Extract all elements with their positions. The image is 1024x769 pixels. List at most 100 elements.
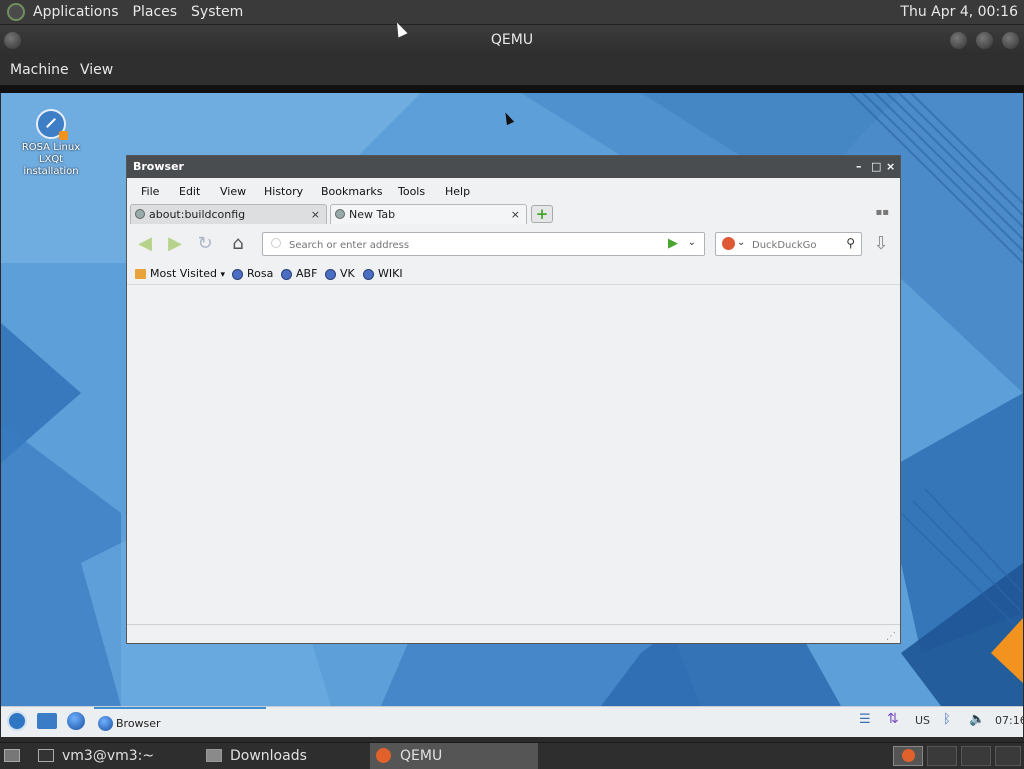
- guest-desktop[interactable]: ROSA Linux LXQt installation Browser – □…: [1, 93, 1023, 706]
- qemu-menu-machine[interactable]: Machine: [10, 62, 69, 78]
- address-bar[interactable]: ▶ ⌄: [262, 232, 705, 256]
- resize-grip-icon[interactable]: ⋰: [886, 631, 896, 642]
- browser-minimize-button[interactable]: –: [856, 156, 862, 178]
- bookmark-vk[interactable]: VK: [325, 267, 355, 280]
- browser-window: Browser – □ × File Edit View History Boo…: [126, 155, 901, 644]
- tab-new-tab[interactable]: New Tab ×: [330, 204, 527, 224]
- search-input[interactable]: [750, 237, 842, 253]
- browser-maximize-button[interactable]: □: [871, 156, 881, 178]
- guest-taskbar: Browser ☰ ⇅ US ᛒ 🔈 07:16: [1, 706, 1024, 737]
- host-task-terminal[interactable]: vm3@vm3:~: [32, 743, 200, 769]
- home-icon[interactable]: ⌂: [228, 234, 248, 254]
- abf-bookmark-icon: [281, 269, 292, 280]
- browser-statusbar: ⋰: [127, 624, 900, 643]
- forward-arrow-icon[interactable]: ▶: [165, 234, 185, 254]
- folder-icon: [135, 269, 146, 279]
- duckduckgo-icon[interactable]: [722, 237, 735, 250]
- search-engine-dropdown-icon[interactable]: ⌄: [737, 237, 745, 248]
- bookmarks-toolbar: Most Visited ▾ Rosa ABF VK WIKI: [127, 266, 900, 285]
- qemu-minimize-button[interactable]: [950, 32, 967, 49]
- browser-icon: [98, 716, 113, 731]
- qemu-menu-view[interactable]: View: [80, 62, 113, 78]
- qemu-icon: [902, 749, 915, 762]
- reload-icon[interactable]: ↻: [195, 234, 215, 254]
- menu-tools[interactable]: Tools: [398, 185, 425, 198]
- bookmark-most-visited[interactable]: Most Visited ▾: [135, 267, 225, 280]
- browser-close-button[interactable]: ×: [886, 156, 895, 178]
- bluetooth-icon[interactable]: ᛒ: [943, 712, 951, 727]
- menu-history[interactable]: History: [264, 185, 303, 198]
- host-task-qemu[interactable]: QEMU: [370, 743, 538, 769]
- search-icon[interactable]: ⚲: [846, 236, 855, 250]
- rosa-start-menu-icon[interactable]: [7, 711, 27, 731]
- globe-icon: [335, 209, 345, 219]
- close-tab-icon[interactable]: ×: [511, 205, 520, 224]
- bookmark-label: VK: [340, 267, 355, 280]
- workspace-switcher[interactable]: [961, 746, 991, 766]
- host-menu-system[interactable]: System: [191, 4, 243, 20]
- workspace-switcher[interactable]: [893, 746, 923, 766]
- qemu-maximize-button[interactable]: [976, 32, 993, 49]
- host-menu-applications[interactable]: Applications: [33, 4, 119, 20]
- browser-menubar: File Edit View History Bookmarks Tools H…: [127, 182, 900, 202]
- bookmark-label: ABF: [296, 267, 318, 280]
- desktop-icon-rosa-installer[interactable]: ROSA Linux LXQt installation: [19, 109, 83, 178]
- browser-titlebar[interactable]: Browser – □ ×: [127, 156, 900, 178]
- host-task-downloads[interactable]: Downloads: [200, 743, 368, 769]
- host-clock[interactable]: Thu Apr 4, 00:16: [900, 4, 1018, 20]
- menu-edit[interactable]: Edit: [179, 185, 200, 198]
- download-icon[interactable]: ⇩: [871, 234, 891, 254]
- address-input[interactable]: [287, 237, 671, 253]
- mixer-icon[interactable]: ☰: [859, 712, 871, 727]
- qemu-close-button[interactable]: [1002, 32, 1019, 49]
- file-manager-icon[interactable]: [37, 713, 57, 729]
- network-icon[interactable]: ⇅: [887, 711, 899, 727]
- host-logo-icon[interactable]: [7, 3, 25, 21]
- menu-help[interactable]: Help: [445, 185, 470, 198]
- workspace-switcher[interactable]: [927, 746, 957, 766]
- workspace-switcher[interactable]: [995, 746, 1021, 766]
- browser-launcher-icon[interactable]: [67, 712, 85, 730]
- vk-bookmark-icon: [325, 269, 336, 280]
- rosa-installer-icon: [36, 109, 68, 140]
- host-task-label: QEMU: [400, 748, 443, 764]
- terminal-icon: [38, 749, 54, 762]
- rosa-bookmark-icon: [232, 269, 243, 280]
- desktop-icon-label: ROSA Linux LXQt installation: [19, 142, 83, 178]
- tab-list-icon[interactable]: ▪▪: [875, 207, 889, 218]
- tab-buildconfig[interactable]: about:buildconfig ×: [130, 204, 327, 224]
- bookmark-label: Most Visited: [150, 267, 217, 280]
- qemu-icon: [376, 748, 391, 763]
- volume-icon[interactable]: 🔈: [969, 712, 985, 727]
- guest-clock[interactable]: 07:16: [995, 714, 1024, 727]
- chevron-down-icon: ▾: [220, 270, 225, 280]
- menu-bookmarks[interactable]: Bookmarks: [321, 185, 382, 198]
- bookmark-wiki[interactable]: WIKI: [363, 267, 403, 280]
- menu-file[interactable]: File: [141, 185, 159, 198]
- go-arrow-icon[interactable]: ▶: [668, 236, 678, 251]
- host-menu-places[interactable]: Places: [133, 4, 178, 20]
- qemu-window-title: QEMU: [490, 32, 534, 48]
- qemu-menubar: Machine View: [0, 55, 1024, 85]
- search-bar[interactable]: ⌄ ⚲: [715, 232, 862, 256]
- identity-icon: [271, 238, 281, 248]
- close-tab-icon[interactable]: ×: [311, 205, 320, 224]
- history-dropdown-icon[interactable]: ⌄: [688, 237, 696, 248]
- back-arrow-icon[interactable]: ◀: [135, 234, 155, 254]
- bookmark-rosa[interactable]: Rosa: [232, 267, 273, 280]
- qemu-display-border: [0, 85, 1024, 93]
- host-bottom-panel: vm3@vm3:~ Downloads QEMU: [0, 742, 1024, 769]
- folder-icon: [206, 749, 222, 762]
- new-tab-button[interactable]: +: [531, 205, 553, 223]
- page-content-area[interactable]: [130, 290, 897, 624]
- desktop-icon-label-line: ROSA Linux: [21, 142, 81, 153]
- taskbar-task-browser[interactable]: Browser: [94, 707, 266, 736]
- show-desktop-icon[interactable]: [4, 749, 20, 762]
- qemu-titlebar[interactable]: QEMU: [0, 25, 1024, 55]
- keyboard-layout-indicator[interactable]: US: [915, 714, 930, 727]
- tab-label: about:buildconfig: [149, 208, 246, 221]
- bookmark-abf[interactable]: ABF: [281, 267, 317, 280]
- menu-view[interactable]: View: [220, 185, 246, 198]
- desktop-icon-label-line: LXQt: [38, 154, 64, 165]
- navigation-toolbar: ◀ ▶ ↻ ⌂ ▶ ⌄ ⌄ ⚲ ⇩: [127, 231, 900, 259]
